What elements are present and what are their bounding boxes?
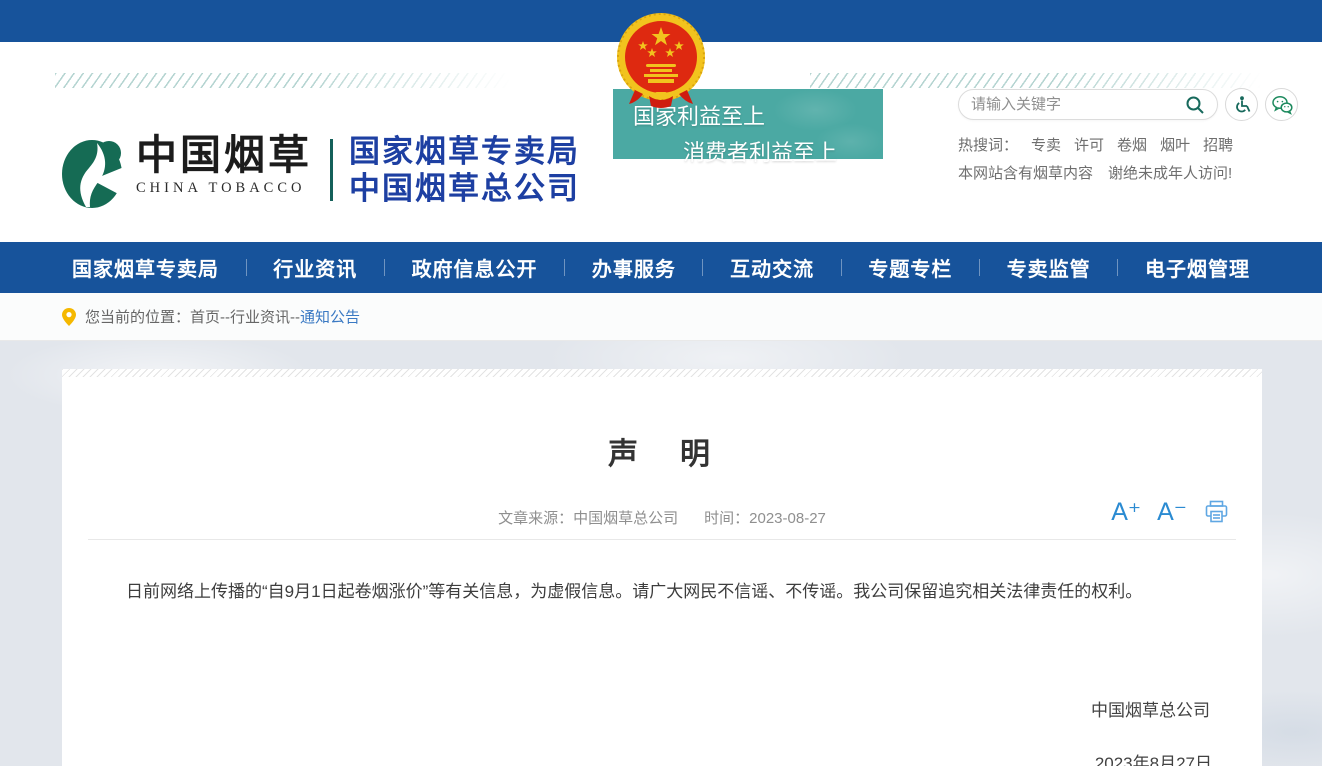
nav-separator [702, 259, 703, 276]
agency-title-line1: 国家烟草专卖局 [349, 133, 580, 170]
nav-item-industry-news[interactable]: 行业资讯 [273, 253, 357, 282]
nav-item-monopoly-supervision[interactable]: 专卖监管 [1007, 253, 1091, 282]
search-box[interactable] [958, 89, 1218, 120]
page-background: 声 明 文章来源：中国烟草总公司时间：2023-08-27 A⁺ A⁻ 日前 [0, 341, 1322, 766]
logo-cn-text: 中国烟草 [136, 133, 312, 178]
logo-en-text: CHINA TOBACCO [136, 180, 312, 197]
article-meta-row: 文章来源：中国烟草总公司时间：2023-08-27 A⁺ A⁻ [62, 507, 1262, 527]
meta-time-label: 时间： [704, 510, 749, 527]
china-tobacco-logo-icon [62, 133, 126, 218]
agency-titles: 国家烟草专卖局 中国烟草总公司 [349, 133, 580, 207]
hot-word-xuke[interactable]: 许可 [1074, 134, 1104, 155]
hot-word-yanye[interactable]: 烟叶 [1160, 134, 1190, 155]
print-button[interactable] [1203, 499, 1230, 525]
hot-search-row: 热搜词： 专卖 许可 卷烟 烟叶 招聘 [958, 134, 1308, 155]
meta-source-value: 中国烟草总公司 [573, 510, 678, 527]
hot-word-zhaopin[interactable]: 招聘 [1203, 134, 1233, 155]
card-top-hatch [62, 369, 1262, 377]
nav-separator [384, 259, 385, 276]
logo-text: 中国烟草 CHINA TOBACCO [136, 133, 312, 197]
accessibility-button[interactable] [1225, 88, 1258, 121]
national-emblem-icon [615, 10, 707, 115]
meta-divider [88, 539, 1236, 540]
breadcrumb-label: 您当前的位置： [85, 306, 190, 327]
hot-word-juanyan[interactable]: 卷烟 [1117, 134, 1147, 155]
font-decrease-button[interactable]: A⁻ [1157, 500, 1187, 525]
location-pin-icon [62, 308, 76, 326]
hot-search-label: 热搜词： [958, 134, 1018, 155]
main-nav: 国家烟草专卖局 行业资讯 政府信息公开 办事服务 互动交流 专题专栏 专卖监管 … [0, 242, 1322, 293]
nav-separator [1117, 259, 1118, 276]
meta-time-value: 2023-08-27 [749, 510, 826, 527]
article-title: 声 明 [62, 429, 1262, 473]
logo-divider [330, 139, 333, 201]
search-area: 热搜词： 专卖 许可 卷烟 烟叶 招聘 本网站含有烟草内容 谢绝未成年人访问! [958, 88, 1308, 183]
meta-source-label: 文章来源： [498, 510, 573, 527]
hot-word-zhuanmai[interactable]: 专卖 [1031, 134, 1061, 155]
nav-separator [564, 259, 565, 276]
nav-item-special-topics[interactable]: 专题专栏 [868, 253, 952, 282]
nav-item-gov-info[interactable]: 政府信息公开 [412, 253, 538, 282]
slogan-line2: 消费者利益至上 [613, 135, 883, 167]
decorative-stripes-right [810, 73, 1262, 88]
header-branding: 中国烟草 CHINA TOBACCO 国家烟草专卖局 中国烟草总公司 [62, 133, 580, 218]
nav-item-interaction[interactable]: 互动交流 [730, 253, 814, 282]
search-input[interactable] [971, 96, 1185, 113]
article-card: 声 明 文章来源：中国烟草总公司时间：2023-08-27 A⁺ A⁻ 日前 [62, 369, 1262, 766]
breadcrumb-path: 首页--行业资讯-- [190, 306, 300, 327]
nav-separator [246, 259, 247, 276]
decorative-stripes-left [55, 73, 510, 88]
wechat-icon [1271, 95, 1293, 115]
breadcrumb: 您当前的位置： 首页--行业资讯-- 通知公告 [0, 293, 1322, 341]
nav-item-monopoly-bureau[interactable]: 国家烟草专卖局 [72, 253, 219, 282]
signature-org: 中国烟草总公司 [62, 696, 1262, 721]
nav-item-ecig-management[interactable]: 电子烟管理 [1145, 253, 1250, 282]
nav-separator [841, 259, 842, 276]
article-body: 日前网络上传播的“自9月1日起卷烟涨价”等有关信息，为虚假信息。请广大网民不信谣… [92, 576, 1232, 608]
accessibility-icon [1232, 95, 1252, 115]
agency-title-line2: 中国烟草总公司 [349, 170, 580, 207]
nav-separator [979, 259, 980, 276]
signature-date: 2023年8月27日 [62, 749, 1262, 766]
minor-access-notice: 本网站含有烟草内容 谢绝未成年人访问! [958, 162, 1308, 183]
wechat-button[interactable] [1265, 88, 1298, 121]
article-tools: A⁺ A⁻ [1111, 499, 1230, 525]
nav-item-services[interactable]: 办事服务 [592, 253, 676, 282]
breadcrumb-link-notices[interactable]: 通知公告 [300, 306, 360, 327]
font-increase-button[interactable]: A⁺ [1111, 500, 1141, 525]
site-header: 中国烟草 CHINA TOBACCO 国家烟草专卖局 中国烟草总公司 国家利益至… [0, 42, 1322, 242]
search-icon[interactable] [1185, 95, 1205, 115]
